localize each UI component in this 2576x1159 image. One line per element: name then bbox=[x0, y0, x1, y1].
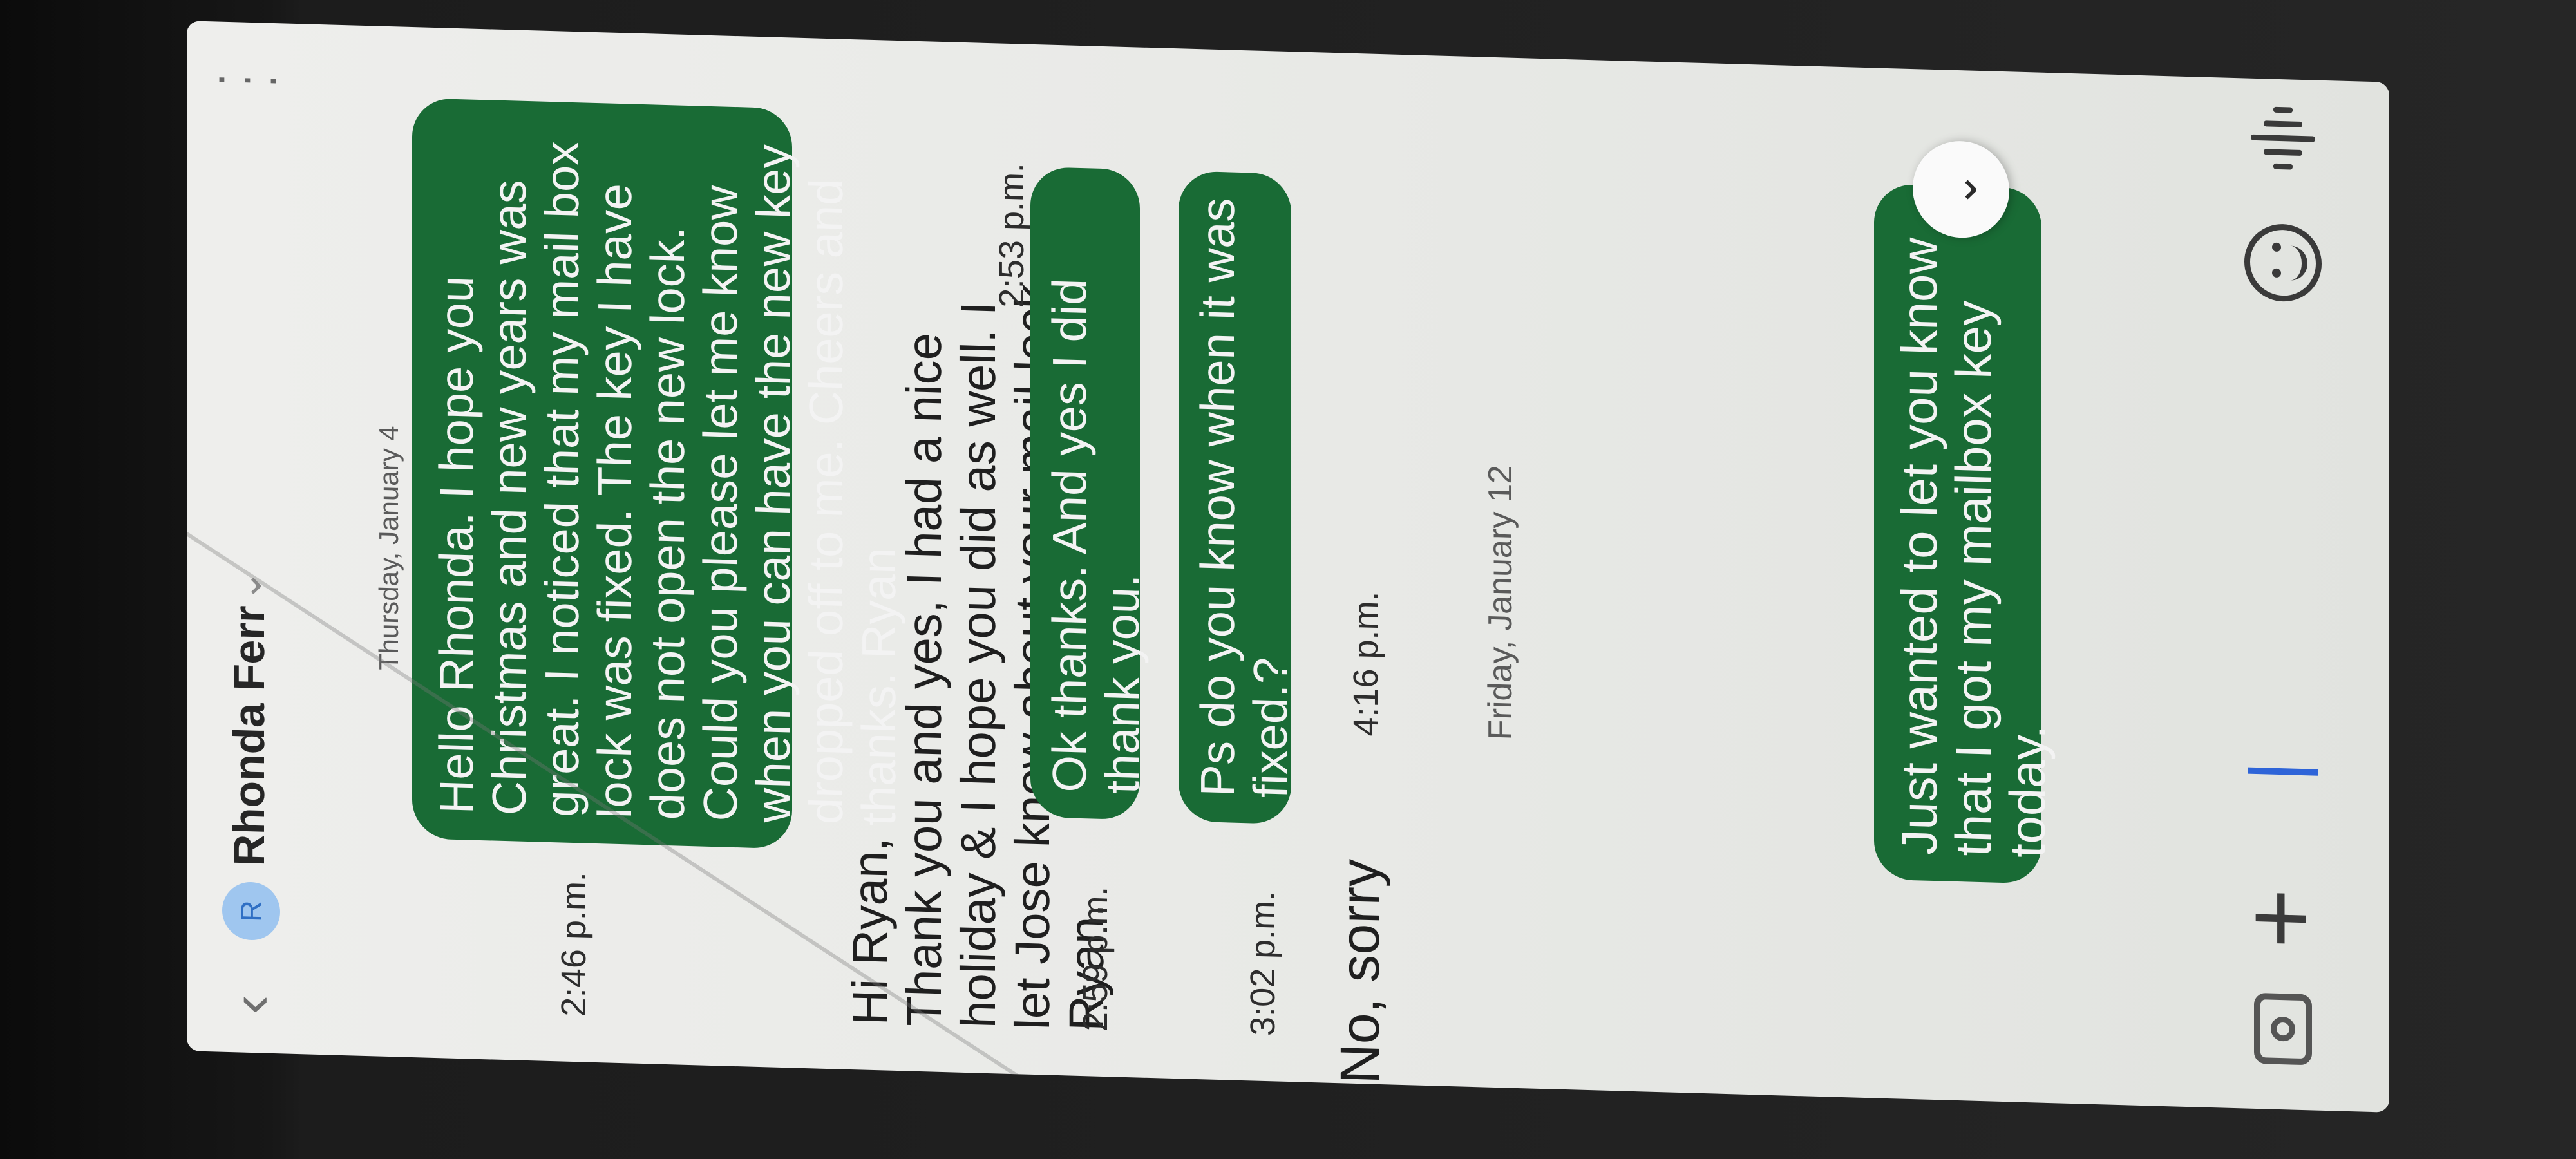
message-timestamp: 2:46 p.m. bbox=[554, 871, 593, 1017]
back-button[interactable]: ‹ bbox=[213, 955, 290, 1015]
message-composer: + bbox=[2215, 77, 2389, 1113]
more-vertical-icon: · · · bbox=[193, 71, 296, 90]
chevron-left-icon: ‹ bbox=[219, 994, 283, 1015]
phone-screen: ‹ R Rhonda Ferr ⌄ · · · Thursday, January … bbox=[187, 21, 2389, 1113]
message-timestamp: 2:59 p.m. bbox=[1076, 885, 1115, 1032]
plus-icon[interactable]: + bbox=[2222, 887, 2337, 950]
outgoing-message-bubble[interactable]: Ps do you know when it was fixed.? bbox=[1179, 171, 1297, 825]
message-timestamp: 3:02 p.m. bbox=[1244, 890, 1282, 1037]
outgoing-message-bubble[interactable]: Just wanted to let you know that I got m… bbox=[1874, 184, 2056, 884]
message-timestamp: 4:16 p.m. bbox=[1347, 590, 1385, 737]
outgoing-message-bubble[interactable]: Ok thanks. And yes I did thank you. bbox=[1030, 166, 1149, 820]
more-options-button[interactable]: · · · bbox=[193, 60, 296, 101]
contact-avatar[interactable]: R bbox=[222, 881, 280, 941]
message-input[interactable] bbox=[2248, 767, 2318, 776]
contact-name[interactable]: Rhonda Ferr bbox=[224, 605, 274, 867]
photo-background: ‹ R Rhonda Ferr ⌄ · · · Thursday, January … bbox=[0, 0, 2576, 1159]
incoming-message-bubble[interactable]: No, sorry bbox=[1329, 858, 1391, 1085]
camera-icon[interactable] bbox=[2254, 992, 2312, 1066]
emoji-icon[interactable] bbox=[2244, 223, 2322, 303]
voice-input-icon[interactable] bbox=[2251, 98, 2315, 171]
message-timestamp: 2:53 p.m. bbox=[992, 162, 1031, 308]
chevron-down-icon: ⌄ bbox=[1936, 169, 1986, 209]
outgoing-message-bubble[interactable]: Hello Rhonda. I hope you Christmas and n… bbox=[412, 98, 905, 849]
date-separator: Thursday, January 4 bbox=[374, 425, 404, 671]
date-separator: Friday, January 12 bbox=[1482, 464, 1519, 741]
